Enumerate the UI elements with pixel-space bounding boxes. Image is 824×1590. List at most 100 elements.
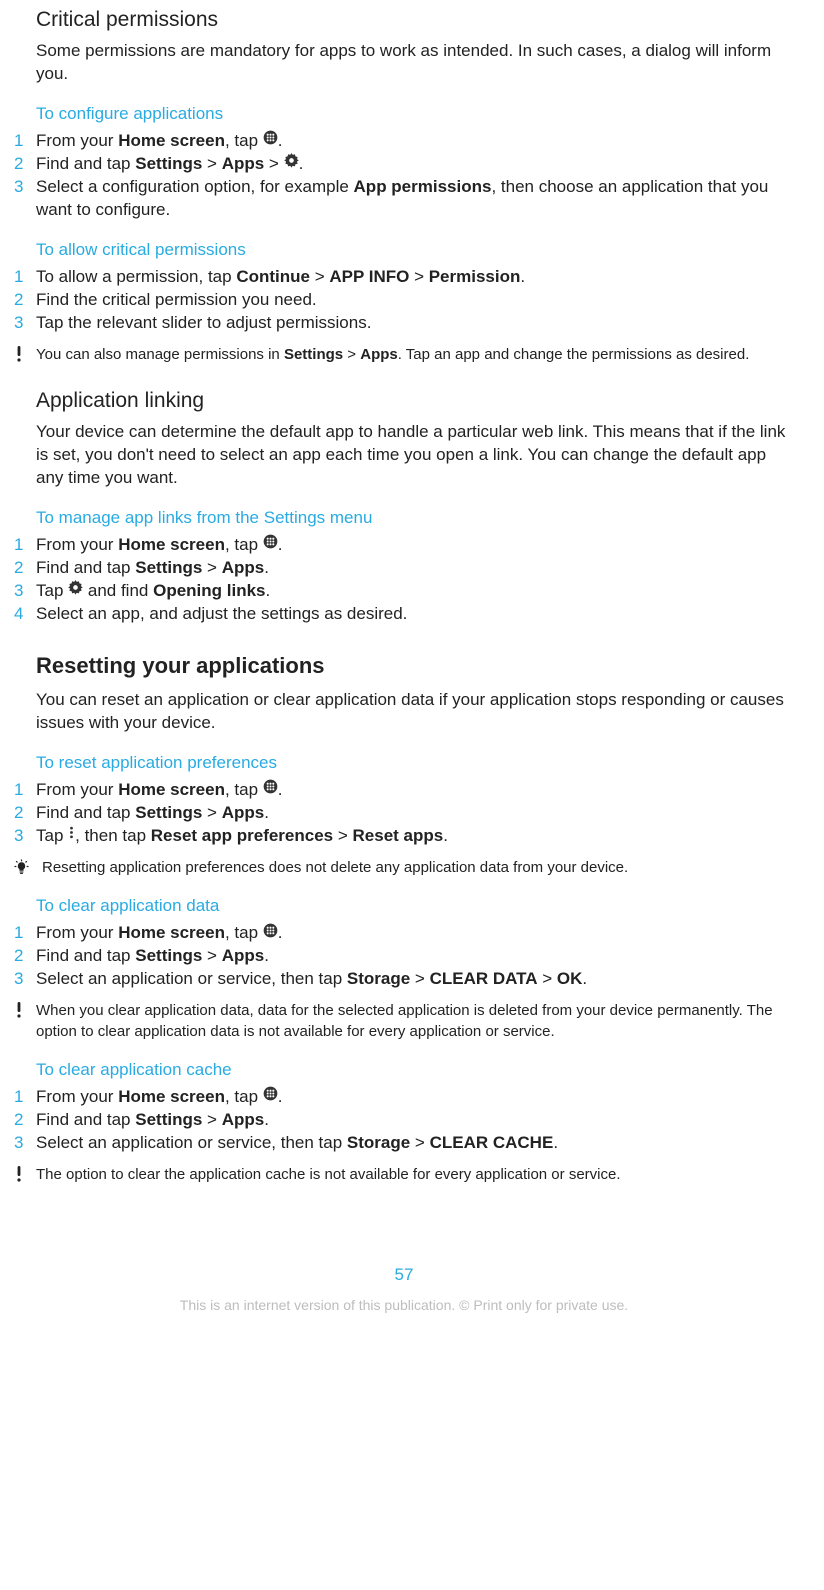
- text: >: [538, 969, 557, 988]
- step-text: Tap and find Opening links.: [36, 580, 794, 603]
- steps-clear-cache: 1 From your Home screen, tap . 2 Find an…: [14, 1086, 794, 1155]
- steps-clear-data: 1 From your Home screen, tap . 2 Find an…: [14, 922, 794, 991]
- text: Find and tap: [36, 1110, 135, 1129]
- steps-manage-links: 1 From your Home screen, tap . 2 Find an…: [14, 534, 794, 626]
- apps-grid-icon: [263, 1085, 278, 1108]
- apps-grid-icon: [263, 778, 278, 801]
- step-item: 2 Find and tap Settings > Apps.: [14, 557, 794, 580]
- subheading-clear-data: To clear application data: [36, 896, 794, 916]
- step-number: 2: [14, 1109, 36, 1132]
- step-number: 1: [14, 779, 36, 802]
- body-app-linking: Your device can determine the default ap…: [36, 421, 794, 490]
- apps-grid-icon: [263, 129, 278, 152]
- apps-grid-icon: [263, 533, 278, 556]
- note-text: Resetting application preferences does n…: [36, 858, 794, 878]
- text: You can also manage permissions in: [36, 346, 284, 363]
- step-item: 1 To allow a permission, tap Continue > …: [14, 266, 794, 289]
- step-number: 1: [14, 922, 36, 945]
- text: . Tap an app and change the permissions …: [398, 346, 750, 363]
- bold-text: Apps: [222, 803, 265, 822]
- step-item: 3 Select an application or service, then…: [14, 1132, 794, 1155]
- subheading-clear-cache: To clear application cache: [36, 1060, 794, 1080]
- text: , tap: [225, 535, 263, 554]
- bold-text: Apps: [222, 946, 265, 965]
- text: >: [409, 267, 428, 286]
- subheading-configure-apps: To configure applications: [36, 104, 794, 124]
- bold-text: APP INFO: [329, 267, 409, 286]
- bold-text: Settings: [135, 154, 202, 173]
- text: .: [264, 558, 269, 577]
- exclamation-icon: [14, 1165, 36, 1182]
- bold-text: Apps: [222, 154, 265, 173]
- step-text: Find the critical permission you need.: [36, 289, 794, 312]
- bold-text: Reset app preferences: [151, 826, 333, 845]
- step-text: Tap the relevant slider to adjust permis…: [36, 312, 794, 335]
- text: .: [299, 154, 304, 173]
- text: .: [553, 1133, 558, 1152]
- step-item: 3 Tap , then tap Reset app preferences >…: [14, 825, 794, 848]
- step-item: 3 Select an application or service, then…: [14, 968, 794, 991]
- step-text: Find and tap Settings > Apps.: [36, 557, 794, 580]
- overflow-icon: [68, 824, 75, 847]
- text: , tap: [225, 780, 263, 799]
- text: , tap: [225, 131, 263, 150]
- text: .: [278, 131, 283, 150]
- body-critical-permissions: Some permissions are mandatory for apps …: [36, 40, 794, 86]
- bold-text: Continue: [236, 267, 310, 286]
- text: .: [278, 1087, 283, 1106]
- bold-text: Home screen: [118, 131, 225, 150]
- text: From your: [36, 923, 118, 942]
- note-text: When you clear application data, data fo…: [36, 1001, 794, 1042]
- step-item: 2 Find and tap Settings > Apps.: [14, 802, 794, 825]
- exclamation-icon: [14, 1001, 36, 1018]
- page-number: 57: [14, 1265, 794, 1285]
- bold-text: Home screen: [118, 780, 225, 799]
- step-item: 2 Find the critical permission you need.: [14, 289, 794, 312]
- gear-icon: [68, 579, 83, 602]
- step-number: 2: [14, 153, 36, 176]
- note-reset-prefs: Resetting application preferences does n…: [14, 858, 794, 878]
- steps-reset-prefs: 1 From your Home screen, tap . 2 Find an…: [14, 779, 794, 848]
- bold-text: Reset apps: [353, 826, 444, 845]
- step-item: 2 Find and tap Settings > Apps.: [14, 1109, 794, 1132]
- step-text: Select an app, and adjust the settings a…: [36, 603, 794, 626]
- step-text: Find and tap Settings > Apps.: [36, 945, 794, 968]
- bold-text: Home screen: [118, 923, 225, 942]
- heading-app-linking: Application linking: [36, 389, 794, 413]
- text: >: [264, 154, 283, 173]
- note-clear-data: When you clear application data, data fo…: [14, 1001, 794, 1042]
- text: Find and tap: [36, 558, 135, 577]
- step-text: To allow a permission, tap Continue > AP…: [36, 266, 794, 289]
- step-number: 3: [14, 1132, 36, 1155]
- text: >: [410, 1133, 429, 1152]
- step-number: 1: [14, 1086, 36, 1109]
- text: .: [278, 780, 283, 799]
- step-number: 3: [14, 825, 36, 848]
- text: To allow a permission, tap: [36, 267, 236, 286]
- text: , tap: [225, 1087, 263, 1106]
- footer: 57 This is an internet version of this p…: [14, 1265, 794, 1337]
- bold-text: Home screen: [118, 535, 225, 554]
- text: >: [202, 154, 221, 173]
- text: Tap: [36, 826, 68, 845]
- step-text: From your Home screen, tap .: [36, 534, 794, 557]
- step-number: 1: [14, 130, 36, 153]
- text: From your: [36, 1087, 118, 1106]
- text: Select a configuration option, for examp…: [36, 177, 354, 196]
- bold-text: CLEAR CACHE: [430, 1133, 554, 1152]
- bold-text: Storage: [347, 969, 410, 988]
- bold-text: OK: [557, 969, 583, 988]
- text: >: [202, 946, 221, 965]
- text: .: [264, 803, 269, 822]
- text: Find and tap: [36, 946, 135, 965]
- step-number: 2: [14, 289, 36, 312]
- bold-text: Storage: [347, 1133, 410, 1152]
- note-text: The option to clear the application cach…: [36, 1165, 794, 1185]
- step-text: From your Home screen, tap .: [36, 922, 794, 945]
- step-text: Select a configuration option, for examp…: [36, 176, 794, 222]
- step-item: 3 Tap the relevant slider to adjust perm…: [14, 312, 794, 335]
- step-number: 3: [14, 580, 36, 603]
- bold-text: Settings: [135, 1110, 202, 1129]
- text: >: [202, 803, 221, 822]
- subheading-manage-links: To manage app links from the Settings me…: [36, 508, 794, 528]
